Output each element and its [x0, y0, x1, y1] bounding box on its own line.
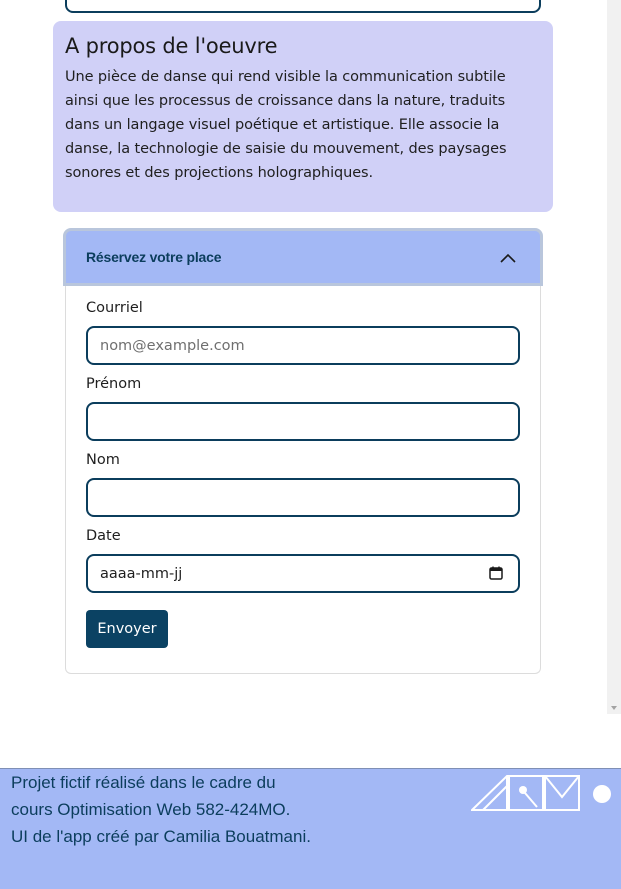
scroll-down-arrow-icon[interactable] — [611, 706, 617, 710]
date-label: Date — [86, 528, 121, 544]
scrollbar[interactable] — [607, 0, 621, 714]
date-field[interactable]: aaaa-mm-jj — [86, 554, 520, 593]
lastname-field[interactable] — [86, 478, 520, 517]
about-section: A propos de l'oeuvre Une pièce de danse … — [53, 21, 553, 212]
accordion-title: Réservez votre place — [86, 249, 222, 265]
footer-text: Projet fictif réalisé dans le cadre du c… — [11, 773, 311, 846]
chevron-up-icon — [500, 253, 516, 263]
email-label: Courriel — [86, 300, 143, 316]
about-description: Une pièce de danse qui rend visible la c… — [65, 69, 507, 181]
previous-card — [65, 0, 541, 13]
logo — [471, 775, 611, 811]
firstname-label: Prénom — [86, 376, 142, 392]
booking-form: Courriel nom@example.com Prénom Nom Date… — [65, 286, 541, 674]
date-placeholder: aaaa-mm-jj — [100, 565, 183, 582]
submit-button[interactable]: Envoyer — [86, 610, 168, 648]
firstname-field[interactable] — [86, 402, 520, 441]
email-field[interactable]: nom@example.com — [86, 326, 520, 365]
accordion-toggle[interactable]: Réservez votre place — [63, 228, 543, 286]
booking-accordion: Réservez votre place Courriel nom@exampl… — [63, 228, 543, 675]
footer: Projet fictif réalisé dans le cadre du c… — [0, 768, 621, 889]
about-heading: A propos de l'oeuvre — [65, 34, 278, 58]
email-placeholder: nom@example.com — [100, 337, 245, 354]
calendar-icon[interactable] — [489, 566, 503, 580]
main-content: A propos de l'oeuvre Une pièce de danse … — [0, 0, 607, 714]
lastname-label: Nom — [86, 452, 120, 468]
